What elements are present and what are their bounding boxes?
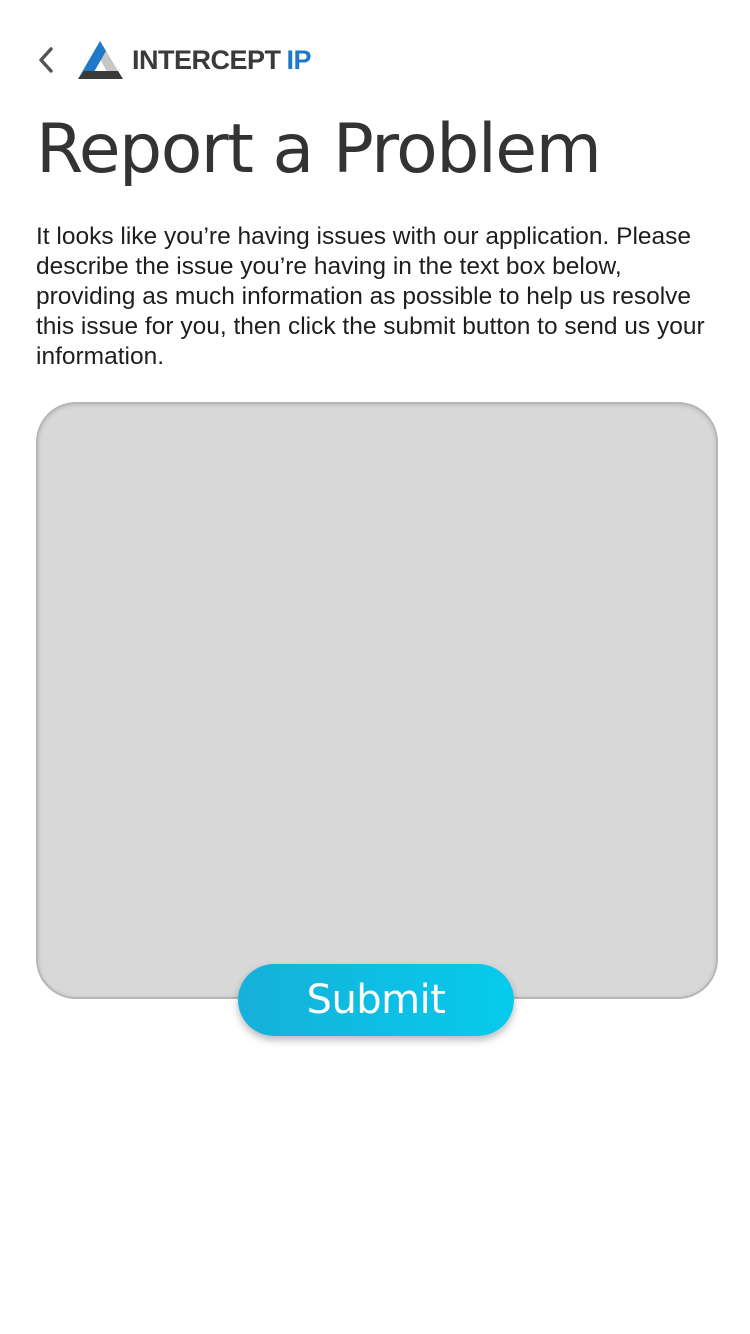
triangle-logo-icon xyxy=(78,41,123,79)
intercept-ip-logo: INTERCEPT IP xyxy=(78,40,312,80)
issue-description-input[interactable] xyxy=(36,402,718,999)
back-button[interactable] xyxy=(36,36,64,84)
submit-button[interactable]: Submit xyxy=(238,964,514,1036)
report-problem-screen: INTERCEPT IP Report a Problem It looks l… xyxy=(0,0,750,1334)
page-title: Report a Problem xyxy=(36,110,602,189)
chevron-left-icon xyxy=(39,47,53,73)
logo-wordmark: INTERCEPT IP xyxy=(132,44,312,76)
logo-text-accent: IP xyxy=(286,44,312,75)
header: INTERCEPT IP xyxy=(36,36,312,84)
page-description: It looks like you’re having issues with … xyxy=(36,223,705,370)
logo-text-main: INTERCEPT xyxy=(132,44,281,75)
